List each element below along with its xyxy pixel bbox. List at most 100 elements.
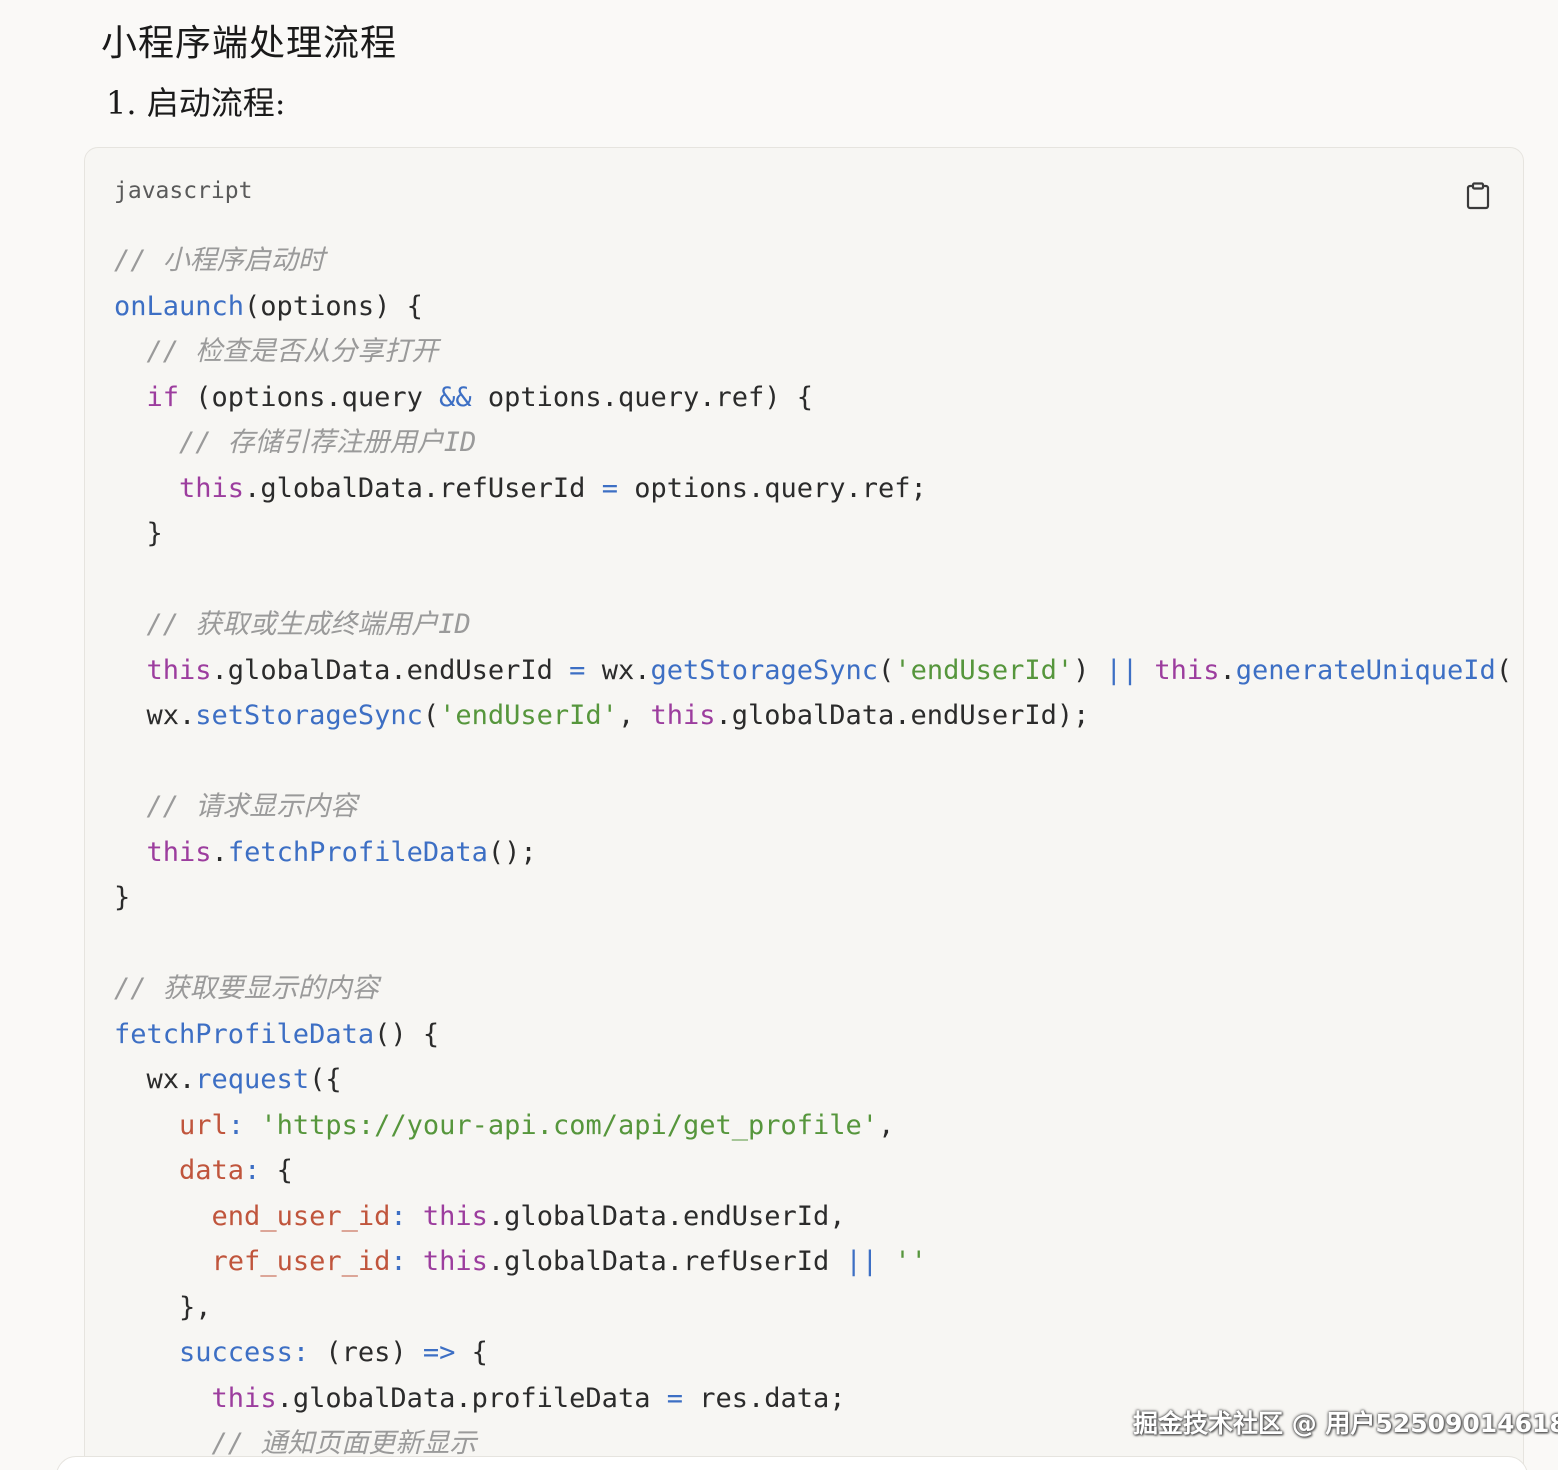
code-token: ( (1495, 654, 1513, 686)
code-token: this (650, 700, 716, 731)
code-line: // 获取或生成终端用户ID (114, 602, 1512, 648)
chat-input-bar[interactable] (56, 1456, 1528, 1470)
code-token: this (422, 1200, 488, 1232)
code-token: : (390, 1200, 407, 1232)
code-token: { (455, 1337, 488, 1368)
code-line: ref_user_id: this.globalData.refUserId |… (114, 1239, 1512, 1285)
code-token: .globalData.profileData (276, 1382, 667, 1414)
code-token: wx. (114, 700, 196, 731)
code-token: : (390, 1246, 407, 1277)
code-token: : (292, 1337, 310, 1368)
code-token: generateUniqueId (1235, 654, 1496, 686)
code-token: () { (374, 1018, 440, 1050)
code-token: getStorageSync (650, 654, 879, 686)
code-line: success: (res) => { (114, 1330, 1512, 1376)
code-line: wx.setStorageSync('endUserId', this.glob… (114, 693, 1512, 739)
code-token: .globalData.endUserId); (715, 700, 1090, 731)
code-line: } (114, 875, 1512, 921)
code-token: .globalData.refUserId (244, 472, 602, 504)
code-token: { (260, 1155, 293, 1186)
code-token: success (179, 1337, 293, 1368)
code-token: : (227, 1109, 245, 1141)
code-token: url (179, 1109, 228, 1141)
code-token: => (422, 1337, 456, 1368)
code-token: options.query.ref) { (471, 381, 814, 413)
code-line: onLaunch(options) { (114, 284, 1512, 330)
code-token: // 小程序启动时 (114, 245, 325, 276)
code-token: = (601, 472, 618, 504)
code-line: end_user_id: this.globalData.endUserId, (114, 1194, 1512, 1240)
code-token: ) (1073, 654, 1106, 686)
code-token: res.data; (682, 1382, 846, 1414)
code-line: // 存储引荐注册用户ID (114, 420, 1512, 466)
code-token: || (1105, 654, 1139, 686)
code-line: this.globalData.endUserId = wx.getStorag… (114, 648, 1513, 694)
code-token: onLaunch (114, 290, 245, 322)
code-token: } (114, 518, 163, 549)
code-token: ref_user_id (211, 1246, 391, 1277)
code-line: // 小程序启动时 (114, 238, 1512, 284)
copy-code-button[interactable] (1465, 182, 1491, 210)
code-line: }, (114, 1285, 1512, 1331)
code-token: (res) (309, 1337, 423, 1368)
code-token: 'endUserId' (894, 654, 1074, 686)
code-token: request (195, 1064, 310, 1095)
code-token: ({ (309, 1064, 342, 1095)
code-token: // 存储引荐注册用户ID (179, 427, 477, 458)
code-line: } (114, 511, 1512, 557)
code-token: ( (878, 654, 895, 686)
code-token: this (1154, 654, 1220, 686)
code-token: (options) { (244, 290, 423, 322)
code-token: || (845, 1246, 879, 1277)
code-token: setStorageSync (195, 700, 423, 731)
code-token: = (569, 654, 586, 686)
code-token: // 获取要显示的内容 (114, 973, 379, 1004)
section-heading: 1. 启动流程: (106, 84, 286, 122)
code-token: wx. (585, 654, 651, 686)
code-token: options.query.ref; (617, 472, 927, 504)
code-token: // 请求显示内容 (146, 791, 358, 822)
code-token: . (211, 836, 228, 868)
code-token: wx. (114, 1064, 196, 1095)
code-line: // 检查是否从分享打开 (114, 329, 1512, 375)
code-token: .globalData.endUserId (211, 654, 570, 686)
code-line: if (options.query && options.query.ref) … (114, 375, 1512, 421)
code-token: , (617, 700, 651, 731)
code-line: // 请求显示内容 (114, 784, 1512, 830)
code-token: this (146, 654, 212, 686)
code-token: (); (487, 836, 537, 868)
code-token: // 通知页面更新显示 (211, 1428, 477, 1459)
code-token: } (114, 882, 131, 913)
code-token: .globalData.refUserId (487, 1246, 846, 1277)
page-title: 小程序端处理流程 (101, 23, 398, 64)
clipboard-icon (1466, 182, 1490, 210)
code-block: javascript // 小程序启动时 onLaunch(options) { … (84, 147, 1524, 1470)
code-token: this (211, 1382, 277, 1414)
code-language-label: javascript (114, 178, 253, 204)
code-token: // 检查是否从分享打开 (146, 336, 439, 367)
code-token: fetchProfileData (227, 836, 488, 868)
code-line: wx.request({ (114, 1057, 1512, 1103)
code-token: fetchProfileData (114, 1018, 375, 1050)
code-line: this.fetchProfileData(); (114, 830, 1512, 876)
code-line: // 获取要显示的内容 (114, 966, 1512, 1012)
code-token: . (1219, 654, 1236, 686)
code-content: // 小程序启动时 onLaunch(options) { // 检查是否从分享打… (114, 238, 1512, 1467)
